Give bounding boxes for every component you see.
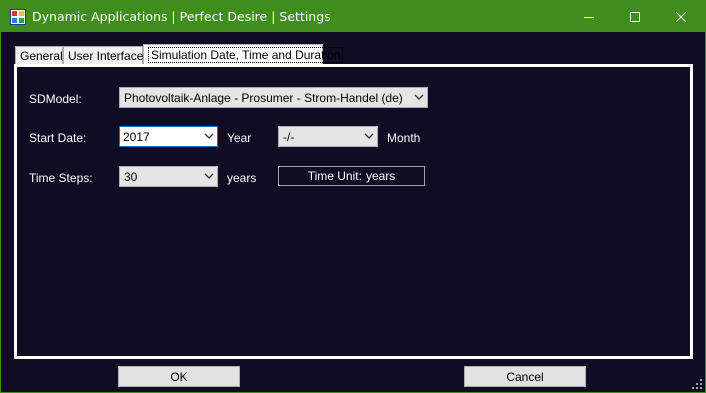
chevron-down-icon bbox=[204, 173, 214, 179]
sdmodel-label: SDModel: bbox=[29, 92, 82, 106]
time-unit-value: years bbox=[365, 169, 396, 183]
month-label: Month bbox=[387, 131, 421, 145]
chevron-down-icon bbox=[414, 94, 424, 100]
title-bar[interactable]: Dynamic Applications | Perfect Desire | … bbox=[1, 1, 705, 32]
ok-button[interactable]: OK bbox=[118, 366, 240, 387]
year-label: Year bbox=[227, 131, 252, 145]
tab-user-interface[interactable]: User Interface bbox=[63, 46, 143, 65]
tab-label: Simulation Date, Time and Duration bbox=[148, 47, 344, 63]
time-steps-label: Time Steps: bbox=[29, 171, 93, 185]
close-icon bbox=[676, 11, 686, 22]
minimize-button[interactable] bbox=[566, 1, 612, 32]
settings-window: Dynamic Applications | Perfect Desire | … bbox=[0, 0, 706, 393]
resize-grip-icon[interactable] bbox=[692, 379, 702, 389]
start-year-value: 2017 bbox=[123, 130, 150, 144]
close-button[interactable] bbox=[658, 1, 704, 32]
maximize-icon bbox=[630, 11, 640, 22]
chevron-down-icon bbox=[364, 133, 374, 139]
app-icon bbox=[10, 9, 26, 25]
time-steps-dropdown[interactable]: 30 bbox=[119, 166, 218, 187]
window-title: Dynamic Applications | Perfect Desire | … bbox=[32, 9, 331, 24]
cancel-button[interactable]: Cancel bbox=[464, 366, 586, 387]
start-date-label: Start Date: bbox=[29, 131, 87, 145]
tab-page-simulation: SDModel: Photovoltaik-Anlage - Prosumer … bbox=[14, 64, 693, 359]
start-month-value: -/- bbox=[283, 130, 295, 144]
tab-general[interactable]: General bbox=[15, 46, 63, 65]
time-steps-value: 30 bbox=[124, 170, 138, 184]
start-year-dropdown[interactable]: 2017 bbox=[119, 126, 218, 147]
time-steps-unit-label: years bbox=[227, 171, 257, 185]
time-unit-display: Time Unit: years bbox=[278, 166, 425, 186]
chevron-down-icon bbox=[204, 133, 214, 139]
maximize-button[interactable] bbox=[612, 1, 658, 32]
start-month-dropdown[interactable]: -/- bbox=[278, 126, 378, 147]
sdmodel-dropdown[interactable]: Photovoltaik-Anlage - Prosumer - Strom-H… bbox=[119, 87, 428, 108]
time-unit-label: Time Unit: bbox=[307, 169, 362, 183]
tab-simulation-date-time-duration[interactable]: Simulation Date, Time and Duration bbox=[143, 44, 344, 65]
sdmodel-value: Photovoltaik-Anlage - Prosumer - Strom-H… bbox=[124, 91, 403, 105]
minimize-icon bbox=[584, 16, 594, 18]
